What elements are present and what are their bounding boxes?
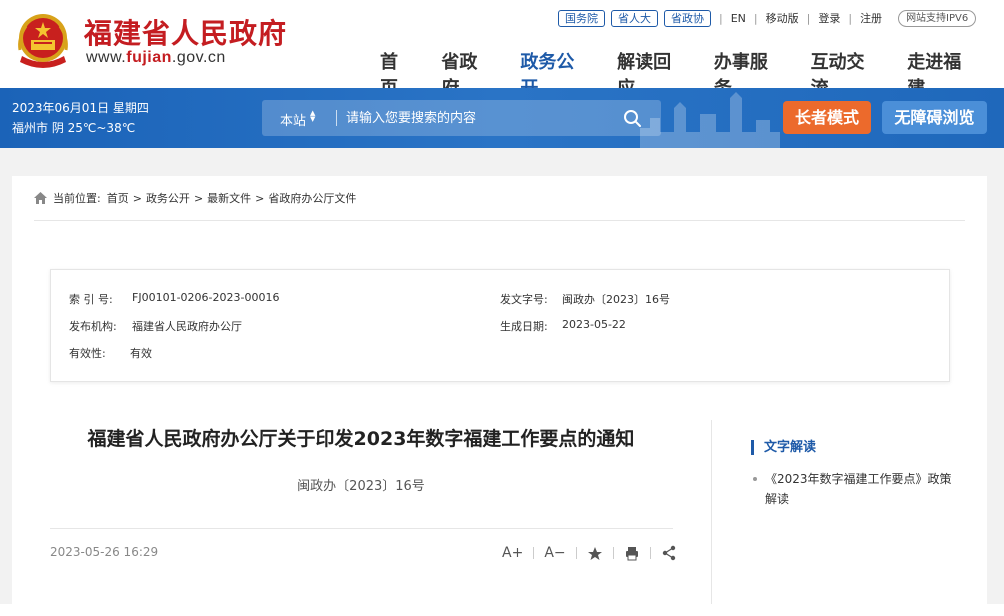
current-date: 2023年06月01日 星期四 — [12, 101, 149, 115]
doc-number-value: 闽政办〔2023〕16号 — [562, 293, 670, 306]
link-provincial-cppcc[interactable]: 省政协 — [664, 9, 711, 27]
breadcrumb-home[interactable]: 首页 — [107, 190, 129, 206]
site-url-brand: fujian — [126, 49, 172, 66]
index-number-value: FJ00101-0206-2023-00016 — [132, 291, 280, 304]
favorite-star-icon[interactable] — [587, 543, 603, 563]
divider: | — [848, 11, 853, 25]
issuer-label: 发布机构: — [69, 320, 117, 333]
sidebar-item-policy-interpretation[interactable]: 《2023年数字福建工作要点》政策解读 — [751, 469, 961, 509]
font-increase-button[interactable]: A+ — [502, 543, 523, 563]
divider: | — [719, 11, 723, 25]
validity-label: 有效性: — [69, 347, 106, 360]
top-links: 国务院 省人大 省政协 | EN | 移动版 | 登录 | 注册 网站支持IPV… — [558, 9, 977, 27]
link-provincial-congress[interactable]: 省人大 — [611, 9, 658, 27]
divider — [34, 220, 965, 221]
link-login[interactable]: 登录 — [818, 10, 840, 26]
home-icon — [34, 192, 47, 204]
accessible-browse-button[interactable]: 无障碍浏览 — [882, 101, 987, 134]
breadcrumb-separator: > — [255, 191, 265, 205]
sort-arrows-icon[interactable]: ▲ ▼ — [310, 110, 315, 123]
divider — [612, 547, 614, 559]
publish-time: 2023-05-26 16:29 — [50, 545, 159, 559]
divider: | — [806, 11, 811, 25]
site-name[interactable]: 福建省人民政府 — [84, 12, 287, 52]
divider — [336, 110, 337, 126]
sidebar-item-label: 《2023年数字福建工作要点》政策解读 — [765, 472, 952, 506]
doc-number-label: 发文字号: — [500, 293, 548, 306]
link-english[interactable]: EN — [731, 12, 746, 25]
search-icon[interactable] — [617, 107, 647, 129]
date-value: 2023-05-22 — [562, 318, 626, 331]
national-emblem-icon[interactable] — [14, 10, 72, 72]
print-icon[interactable] — [624, 543, 640, 563]
breadcrumb-separator: > — [193, 191, 204, 205]
article-toolbar: A+ A− — [502, 543, 677, 563]
font-decrease-button[interactable]: A− — [544, 543, 565, 563]
breadcrumb-latest-files[interactable]: 最新文件 — [207, 190, 251, 206]
site-url-suffix: .gov.cn — [171, 49, 226, 66]
article-title: 福建省人民政府办公厅关于印发2023年数字福建工作要点的通知 — [87, 428, 635, 450]
link-state-council[interactable]: 国务院 — [558, 9, 605, 27]
weather-info: 福州市 阴 25℃~38℃ — [12, 121, 136, 135]
site-header: 福建省人民政府 www.fujian.gov.cn 国务院 省人大 省政协 | … — [0, 0, 1004, 99]
issuer-value: 福建省人民政府办公厅 — [132, 320, 242, 333]
article-panel — [12, 176, 987, 616]
search-input[interactable] — [346, 106, 606, 130]
document-meta-box: 索 引 号: FJ00101-0206-2023-00016 发文字号: 闽政办… — [50, 269, 950, 382]
breadcrumb-office-files[interactable]: 省政府办公厅文件 — [268, 190, 356, 206]
date-weather: 2023年06月01日 星期四 福州市 阴 25℃~38℃ — [12, 98, 149, 138]
divider: | — [753, 11, 758, 25]
ipv6-badge: 网站支持IPV6 — [898, 9, 977, 27]
bullet-icon — [753, 477, 757, 481]
divider — [533, 547, 535, 559]
breadcrumb-separator: > — [132, 191, 142, 205]
validity-value: 有效 — [130, 347, 152, 360]
breadcrumb-government-affairs[interactable]: 政务公开 — [146, 190, 190, 206]
share-icon[interactable] — [661, 543, 677, 563]
search-box: 本站 ▲ ▼ — [262, 100, 661, 136]
breadcrumb: 当前位置: 首页 > 政务公开 > 最新文件 > 省政府办公厅文件 — [34, 190, 356, 206]
article-doc-number: 闽政办〔2023〕16号 — [297, 479, 425, 494]
site-url[interactable]: www.fujian.gov.cn — [86, 49, 226, 67]
site-url-prefix: www. — [86, 49, 127, 66]
elder-mode-button[interactable]: 长者模式 — [783, 101, 871, 134]
link-mobile[interactable]: 移动版 — [766, 10, 799, 26]
link-register[interactable]: 注册 — [860, 10, 882, 26]
divider — [575, 547, 577, 559]
divider — [649, 547, 651, 559]
sidebar-heading: 文字解读 — [751, 440, 816, 455]
divider — [50, 528, 673, 529]
divider — [711, 420, 712, 604]
skyline-decoration — [640, 92, 780, 148]
breadcrumb-prefix: 当前位置: — [53, 192, 101, 205]
index-number-label: 索 引 号: — [69, 293, 113, 306]
date-label: 生成日期: — [500, 320, 548, 333]
search-scope-select[interactable]: 本站 — [280, 110, 306, 129]
